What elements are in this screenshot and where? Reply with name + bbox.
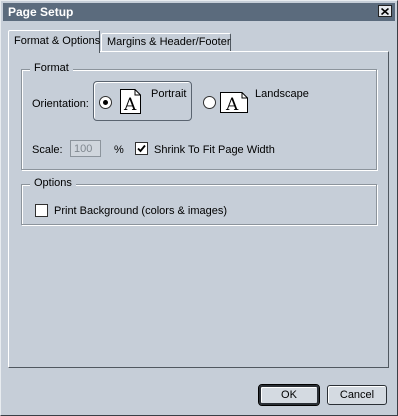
checkmark-icon <box>137 144 146 153</box>
print-background-checkbox[interactable] <box>35 204 48 217</box>
cancel-button-label: Cancel <box>339 389 375 401</box>
close-button[interactable] <box>378 5 392 17</box>
options-group-label: Options <box>30 177 76 189</box>
shrink-to-fit-checkbox[interactable] <box>135 142 148 155</box>
landscape-radio[interactable] <box>203 96 216 109</box>
portrait-page-icon: A <box>120 89 141 114</box>
cancel-button[interactable]: Cancel <box>327 385 387 405</box>
format-group-label: Format <box>30 62 73 74</box>
tab-format-options[interactable]: Format & Options <box>8 30 100 53</box>
scale-unit-label: % <box>114 144 124 156</box>
shrink-to-fit-label[interactable]: Shrink To Fit Page Width <box>154 144 275 156</box>
landscape-label[interactable]: Landscape <box>255 88 309 100</box>
svg-text:A: A <box>123 95 137 114</box>
ok-button[interactable]: OK <box>258 384 320 406</box>
portrait-label[interactable]: Portrait <box>151 88 186 100</box>
title-bar[interactable]: Page Setup <box>3 3 395 21</box>
dialog-title: Page Setup <box>8 5 74 19</box>
orientation-label: Orientation: <box>32 98 89 110</box>
close-icon <box>381 7 389 15</box>
landscape-page-icon: A <box>220 92 248 113</box>
svg-text:A: A <box>225 95 239 113</box>
tab-margins-header-footer[interactable]: Margins & Header/Footer <box>101 33 231 51</box>
radio-selected-dot <box>103 100 108 105</box>
print-background-label[interactable]: Print Background (colors & images) <box>54 205 227 217</box>
ok-button-label: OK <box>281 389 297 401</box>
portrait-radio[interactable] <box>99 96 112 109</box>
scale-label: Scale: <box>32 144 63 156</box>
tab-label: Margins & Header/Footer <box>107 36 231 48</box>
scale-input[interactable] <box>70 140 101 157</box>
tab-label: Format & Options <box>14 35 101 47</box>
page-setup-dialog: Page Setup Format & Options Margins & He… <box>0 0 398 416</box>
